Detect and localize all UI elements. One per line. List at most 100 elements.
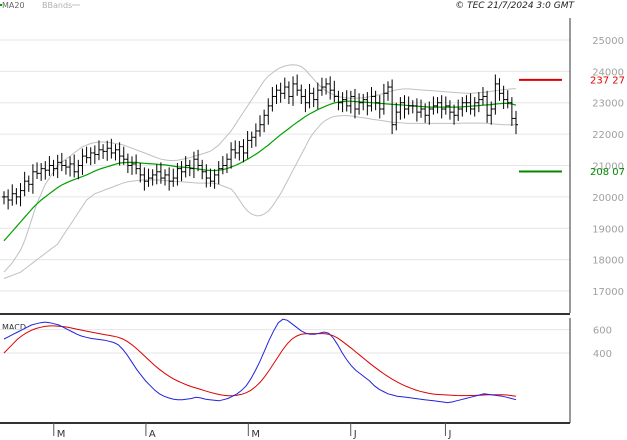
- price-tick-label: 17000: [592, 287, 624, 298]
- ohlc-bar: [233, 140, 238, 159]
- ohlc-bar: [514, 110, 518, 135]
- ohlc-bar: [163, 169, 168, 186]
- month-label: M: [251, 429, 260, 440]
- ohlc-bar: [245, 130, 250, 159]
- ohlc-bar: [443, 96, 448, 115]
- ohlc-bar: [476, 92, 481, 113]
- bollinger-upper-band: [3, 64, 517, 273]
- ohlc-bar: [142, 167, 147, 191]
- ohlc-bar: [505, 90, 510, 109]
- ohlc-bar: [150, 169, 155, 186]
- ohlc-bar: [315, 82, 320, 110]
- ohlc-bar: [328, 76, 333, 100]
- ohlc-bar: [369, 87, 374, 112]
- ohlc-bar: [76, 159, 81, 180]
- ohlc-bar: [258, 115, 262, 137]
- price-tick-label: 22000: [592, 130, 624, 141]
- ohlc-bar: [377, 95, 382, 119]
- ohlc-bar: [179, 161, 184, 182]
- ohlc-bar: [253, 123, 258, 147]
- ohlc-bar: [84, 146, 89, 164]
- ohlc-bar: [18, 183, 23, 207]
- ohlc-bar: [167, 167, 172, 191]
- ohlc-bar: [35, 162, 40, 179]
- ohlc-bar: [30, 164, 35, 194]
- ohlc-bar: [109, 138, 114, 159]
- ohlc-bar: [63, 159, 68, 175]
- bbands-legend-label: BBands: [42, 1, 72, 10]
- ohlc-bar: [472, 97, 477, 117]
- ohlc-bar: [468, 93, 473, 115]
- ohlc-bar: [278, 82, 283, 103]
- ohlc-bar: [348, 90, 353, 114]
- ohlc-bar: [55, 154, 60, 179]
- ohlc-bar: [212, 169, 217, 189]
- ohlc-bar: [14, 188, 19, 205]
- ohlc-bar: [105, 140, 110, 161]
- ohlc-bar: [286, 81, 291, 104]
- price-level-label: 237 27: [590, 75, 625, 86]
- ohlc-bar: [352, 88, 357, 119]
- ohlc-bar: [92, 145, 97, 164]
- ohlc-bar: [59, 152, 64, 172]
- ohlc-bar: [291, 76, 296, 106]
- ohlc-bar: [224, 153, 229, 174]
- ohlc-bar: [154, 164, 159, 185]
- ohlc-bar: [22, 171, 27, 197]
- ohlc-bar: [134, 154, 139, 175]
- macd-gridlines: [0, 329, 570, 354]
- ohlc-bar: [262, 109, 267, 133]
- ohlc-bar: [373, 90, 378, 111]
- ohlc-bar: [68, 156, 73, 177]
- ohlc-bar: [336, 90, 341, 111]
- macd-axis: 600 400: [593, 326, 612, 360]
- time-axis: MAMJJ: [53, 423, 451, 440]
- ohlc-bar: [204, 164, 209, 188]
- price-tick-label: 23000: [592, 99, 624, 110]
- ohlc-bar: [237, 141, 242, 161]
- stock-chart: MA20 BBands © TEC 21/7/2024 3:0 GMT 1700…: [0, 1, 625, 440]
- ohlc-bar: [88, 147, 93, 166]
- price-level-label: 208 07: [590, 167, 625, 178]
- price-tick-label: 25000: [592, 36, 624, 47]
- macd-tick-label: 400: [593, 349, 612, 360]
- ohlc-bar: [427, 101, 432, 125]
- ohlc-bar: [80, 148, 85, 175]
- ohlc-bar: [26, 175, 31, 192]
- month-label: J: [447, 429, 451, 440]
- ohlc-bar: [43, 161, 48, 180]
- ohlc-bars: [2, 74, 518, 210]
- month-label: A: [149, 429, 156, 440]
- ohlc-bar: [311, 87, 316, 108]
- ohlc-bar: [241, 139, 246, 163]
- ohlc-bar: [485, 90, 490, 123]
- ohlc-bar: [282, 77, 287, 99]
- ohlc-bar: [365, 92, 370, 116]
- ma-legend-label: MA20: [2, 1, 25, 10]
- ohlc-bar: [390, 79, 395, 135]
- ohlc-bar: [307, 83, 312, 109]
- ohlc-bar: [6, 189, 11, 210]
- ohlc-bar: [125, 153, 130, 174]
- ohlc-bar: [146, 168, 151, 187]
- price-tick-label: 18000: [592, 256, 624, 267]
- ohlc-bar: [303, 88, 308, 113]
- copyright-text: © TEC 21/7/2024 3:0 GMT: [455, 1, 575, 11]
- ohlc-bar: [431, 96, 436, 115]
- ohlc-bar: [2, 191, 6, 205]
- ohlc-bar: [117, 142, 122, 166]
- ohlc-bar: [402, 95, 407, 119]
- ohlc-bar: [509, 97, 514, 126]
- ohlc-bar: [410, 100, 415, 114]
- month-label: J: [353, 429, 357, 440]
- macd-tick-label: 600: [593, 326, 612, 337]
- ohlc-bar: [414, 98, 419, 122]
- ohlc-bar: [435, 97, 440, 114]
- ohlc-bar: [196, 149, 201, 172]
- ohlc-bar: [171, 168, 176, 187]
- ohlc-bar: [274, 84, 279, 104]
- ohlc-bar: [394, 102, 399, 131]
- ohlc-bar: [493, 74, 498, 115]
- ohlc-bar: [295, 74, 300, 96]
- ohlc-bar: [381, 83, 386, 115]
